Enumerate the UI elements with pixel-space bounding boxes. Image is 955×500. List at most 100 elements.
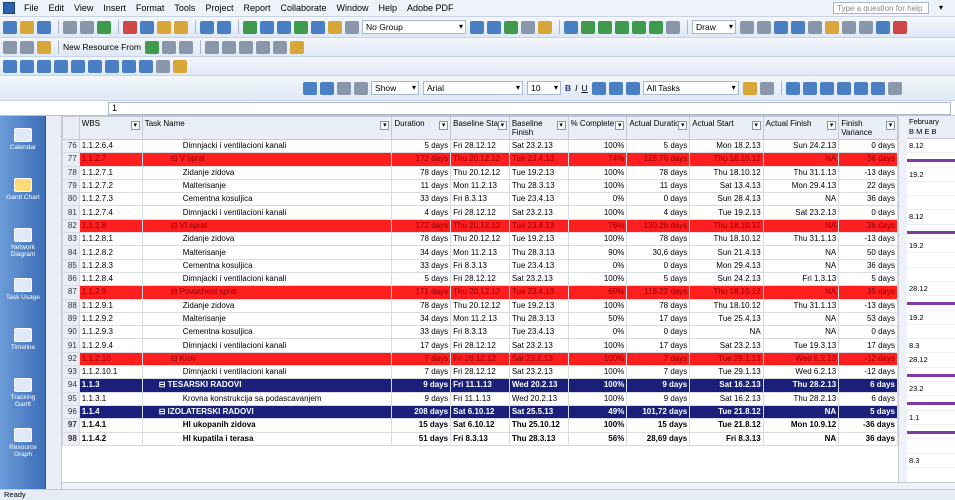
cell-actual-duration[interactable]: 17 days <box>626 311 691 327</box>
cell-actual-start[interactable]: Sat 16.2.13 <box>689 391 764 406</box>
cell-finish-variance[interactable]: 0 days <box>838 325 898 340</box>
align-left-icon[interactable] <box>591 81 606 95</box>
cell-actual-start[interactable]: Sun 21.4.13 <box>689 245 764 260</box>
cell-wbs[interactable]: 1.1.2.10 <box>78 351 143 367</box>
resource-information-icon[interactable] <box>204 40 219 54</box>
row-id[interactable]: 97 <box>62 418 80 433</box>
line-draw-icon[interactable] <box>740 20 754 34</box>
cell-baseline-finish[interactable]: Wed 20.2.13 <box>508 391 569 406</box>
share-resources-icon[interactable] <box>161 40 176 54</box>
table-row[interactable]: 98 1.1.4.2 HI kupatila i terasa 51 days Fri … <box>62 431 898 446</box>
cell-actual-duration[interactable]: 9 days <box>626 378 691 393</box>
collapse-toggle-icon[interactable]: ⊟ <box>171 221 180 230</box>
cell-actual-duration[interactable]: 0 days <box>626 325 691 340</box>
col-header-finish-variance[interactable]: Finish Variance ▾ <box>838 116 898 140</box>
cell-actual-duration[interactable]: 126.76 days <box>626 152 691 167</box>
cell-actual-duration[interactable]: 28,69 days <box>626 431 691 446</box>
cell-finish-variance[interactable]: 22 days <box>838 178 898 194</box>
menu-collaborate[interactable]: Collaborate <box>275 1 331 16</box>
cell-baseline-finish[interactable]: Sat 23.2.13 <box>508 138 569 154</box>
filter-dropdown-icon[interactable]: ▾ <box>556 121 566 130</box>
cell-wbs[interactable]: 1.1.2.9.1 <box>78 298 143 313</box>
cell-percent-complete[interactable]: 100% <box>567 165 628 180</box>
cell-baseline-start[interactable]: Thu 20.12.12 <box>450 285 510 300</box>
view-option-5-icon[interactable] <box>853 81 868 95</box>
cell-actual-duration[interactable]: 118.22 days <box>626 285 691 300</box>
cell-wbs[interactable]: 1.1.2.9 <box>78 285 143 300</box>
menu-tools[interactable]: Tools <box>169 1 200 16</box>
table-row[interactable]: 95 1.1.3.1 Krovna konstrukcija sa podascav… <box>62 391 898 406</box>
resource-details-icon[interactable] <box>238 40 253 54</box>
link-tasks-icon[interactable] <box>260 20 274 34</box>
cell-actual-duration[interactable]: 5 days <box>626 138 691 154</box>
cell-finish-variance[interactable]: 36 days <box>838 258 898 273</box>
summary-bar[interactable] <box>907 402 955 406</box>
cell-percent-complete[interactable]: 100% <box>567 271 628 287</box>
cell-finish-variance[interactable]: 36 days <box>838 192 898 207</box>
print-icon[interactable] <box>63 20 77 34</box>
cell-finish-variance[interactable]: -13 days <box>838 165 898 180</box>
cell-actual-finish[interactable]: NA <box>762 245 840 260</box>
cell-finish-variance[interactable]: 17 days <box>838 338 898 353</box>
col-header-baseline-start[interactable]: Baseline Start ▾ <box>450 116 510 140</box>
cell-duration[interactable]: 208 days <box>391 404 452 420</box>
progress-75-icon[interactable] <box>632 20 646 34</box>
cell-finish-variance[interactable]: 53 days <box>838 311 898 327</box>
cell-baseline-finish[interactable]: Tue 23.4.13 <box>508 218 569 234</box>
cell-duration[interactable]: 51 days <box>391 431 452 446</box>
font-size-select[interactable]: 10 <box>527 81 561 95</box>
vertical-scrollbar[interactable] <box>898 116 907 482</box>
cell-duration[interactable]: 17 days <box>391 338 452 353</box>
view-option-6-icon[interactable] <box>870 81 885 95</box>
gantt-row[interactable] <box>907 182 955 197</box>
cell-duration[interactable]: 15 days <box>391 418 452 433</box>
cell-wbs[interactable]: 1.1.4 <box>78 404 143 420</box>
cell-actual-finish[interactable]: NA <box>762 192 840 207</box>
cell-task-name[interactable]: HI ukopanih zidova <box>141 418 393 433</box>
draw-extra-icon[interactable] <box>859 20 873 34</box>
cell-baseline-start[interactable]: Thu 20.12.12 <box>450 218 510 234</box>
help-dropdown-icon[interactable]: ▾ <box>935 2 947 14</box>
progress-0-icon[interactable] <box>581 20 595 34</box>
cell-duration[interactable]: 9 days <box>391 391 452 406</box>
cell-wbs[interactable]: 1.1.2.9.2 <box>78 311 143 327</box>
row-id[interactable]: 87 <box>62 285 80 300</box>
horizontal-scrollbar[interactable] <box>62 482 955 489</box>
row-id[interactable]: 80 <box>62 192 80 207</box>
view-option-3-icon[interactable] <box>819 81 834 95</box>
zoom-out-icon[interactable] <box>487 20 501 34</box>
row-id[interactable]: 95 <box>62 391 80 406</box>
summary-bar[interactable] <box>907 230 955 234</box>
table-row[interactable]: 91 1.1.2.9.4 Dimnjacki i ventilacioni kana… <box>62 338 898 353</box>
gantt-row[interactable]: 19.2 <box>907 311 955 325</box>
row-id[interactable]: 93 <box>62 365 80 380</box>
split-task-icon[interactable] <box>294 20 308 34</box>
cell-actual-duration[interactable]: 11 days <box>626 178 691 194</box>
gantt-row[interactable] <box>907 253 955 268</box>
cell-wbs[interactable]: 1.1.3 <box>78 378 143 393</box>
cell-actual-finish[interactable]: NA <box>762 152 840 167</box>
cell-actual-finish[interactable]: Mon 29.4.13 <box>762 178 840 194</box>
summary-bar[interactable] <box>907 430 955 434</box>
gantt-row[interactable] <box>907 368 955 383</box>
show-level-1-icon[interactable] <box>71 59 85 73</box>
gantt-row[interactable]: 8.12 <box>907 139 955 154</box>
collapse-toggle-icon[interactable]: ⊟ <box>171 287 180 296</box>
cell-duration[interactable]: 5 days <box>391 138 452 154</box>
table-row[interactable]: 88 1.1.2.9.1 Zidanje zidova 78 days Thu 20.1… <box>62 298 898 313</box>
address-book-icon[interactable] <box>37 40 51 54</box>
goto-next-icon[interactable] <box>320 81 334 95</box>
cell-wbs[interactable]: 1.1.2.6.4 <box>78 138 143 154</box>
cell-finish-variance[interactable]: 6 days <box>838 391 898 406</box>
cell-wbs[interactable]: 1.1.2.7.3 <box>78 192 143 207</box>
cell-percent-complete[interactable]: 0% <box>567 325 628 340</box>
cell-duration[interactable]: 4 days <box>391 205 452 220</box>
task-notes-icon[interactable] <box>328 20 342 34</box>
table-row[interactable]: 96 1.1.4 ⊟ IZOLATERSKI RADOVI 208 days Sat 6… <box>62 404 898 420</box>
cell-actual-finish[interactable]: Thu 28.2.13 <box>762 391 840 406</box>
row-id[interactable]: 86 <box>62 271 80 287</box>
table-row[interactable]: 80 1.1.2.7.3 Cementna kosuljica 33 days Fri … <box>62 192 898 207</box>
cell-baseline-finish[interactable]: Tue 23.4.13 <box>508 152 569 167</box>
cell-task-name[interactable]: Malterisanje <box>141 178 393 194</box>
cell-percent-complete[interactable]: 100% <box>567 178 628 194</box>
